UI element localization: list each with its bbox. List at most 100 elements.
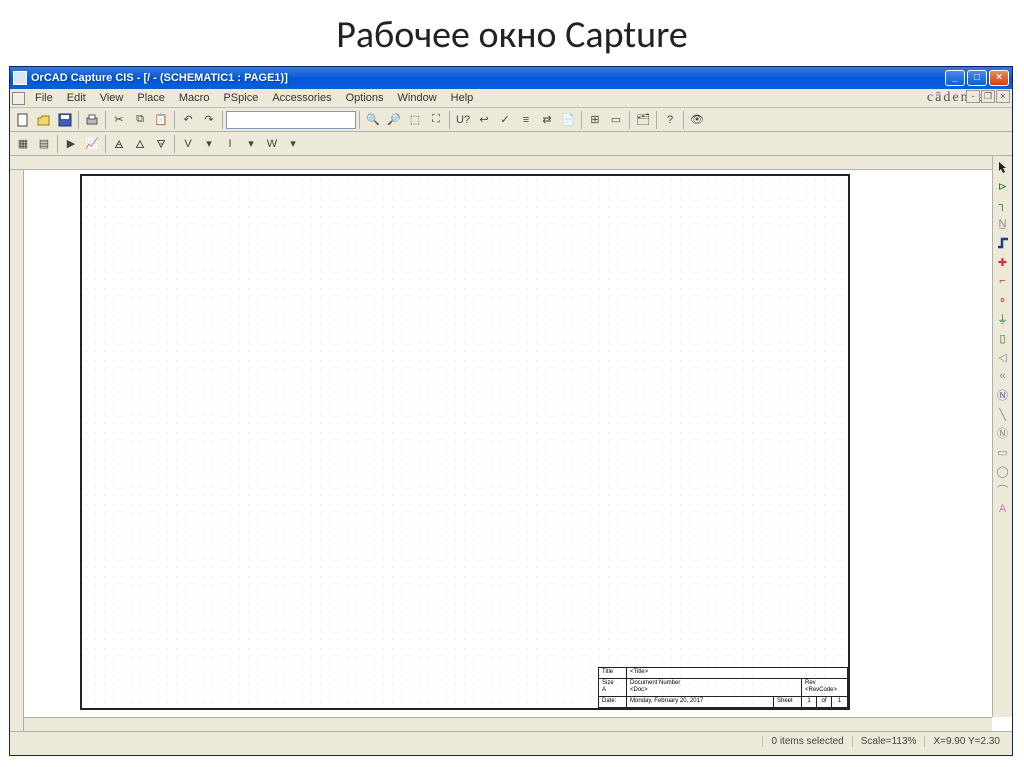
place-wire-tool[interactable]: ┐ — [994, 196, 1012, 214]
project-mgr-button[interactable]: 🗂 — [633, 110, 653, 130]
tb-docnum: Document Number<Doc> — [627, 679, 802, 697]
schematic-page[interactable]: Title <Title> SizeA Document Number<Doc>… — [80, 174, 850, 710]
place-port-tool[interactable]: ◁ — [994, 348, 1012, 366]
separator — [629, 111, 630, 129]
snap-button[interactable]: ⊞ — [585, 110, 605, 130]
part-combo[interactable] — [226, 111, 356, 129]
place-power-tool[interactable]: ⚬ — [994, 291, 1012, 309]
drc-button[interactable]: ✓ — [495, 110, 515, 130]
edit-sim-button[interactable]: ▤ — [34, 134, 54, 154]
tb-sheet-cur: 1 — [802, 697, 817, 707]
place-line-tool[interactable]: ╲ — [994, 405, 1012, 423]
bom-button[interactable]: 📄 — [558, 110, 578, 130]
watt-marker-button[interactable]: 🜃 — [151, 134, 171, 154]
place-bus-entry-tool[interactable]: ⌐ — [994, 272, 1012, 290]
place-ellipse-tool[interactable]: ◯ — [994, 462, 1012, 480]
zoom-in-button[interactable]: 🔍 — [363, 110, 383, 130]
menu-file[interactable]: File — [28, 90, 60, 106]
separator — [57, 135, 58, 153]
fisheye-button[interactable]: 👁 — [687, 110, 707, 130]
v-bias-button[interactable]: V — [178, 134, 198, 154]
minimize-button[interactable]: _ — [945, 70, 965, 86]
menu-help[interactable]: Help — [444, 90, 481, 106]
new-button[interactable] — [13, 110, 33, 130]
annotate-button[interactable]: U? — [453, 110, 473, 130]
i-bias-toggle-button[interactable]: ▾ — [241, 134, 261, 154]
run-button[interactable]: ▶ — [61, 134, 81, 154]
place-no-connect-tool[interactable]: Ⓝ — [994, 386, 1012, 404]
zoom-out-button[interactable]: 🔎 — [384, 110, 404, 130]
menu-pspice[interactable]: PSpice — [216, 90, 265, 106]
netlist-button[interactable]: ≡ — [516, 110, 536, 130]
cross-ref-button[interactable]: ⇄ — [537, 110, 557, 130]
app-icon — [13, 71, 27, 85]
zoom-area-button[interactable]: ⬚ — [405, 110, 425, 130]
help-button[interactable]: ? — [660, 110, 680, 130]
voltage-marker-button[interactable]: 🜁 — [109, 134, 129, 154]
close-button[interactable]: × — [989, 70, 1009, 86]
w-bias-toggle-button[interactable]: ▾ — [283, 134, 303, 154]
titlebar[interactable]: OrCAD Capture CIS - [/ - (SCHEMATIC1 : P… — [10, 67, 1012, 89]
paste-button[interactable]: 📋 — [151, 110, 171, 130]
place-bus-tool[interactable] — [994, 234, 1012, 252]
v-bias-toggle-button[interactable]: ▾ — [199, 134, 219, 154]
open-button[interactable] — [34, 110, 54, 130]
statusbar: 0 items selected Scale=113% X=9.90 Y=2.3… — [10, 731, 1012, 751]
horizontal-ruler — [10, 156, 992, 170]
vertical-ruler — [10, 170, 24, 731]
place-hier-block-tool[interactable]: ▯ — [994, 329, 1012, 347]
place-net-alias-tool[interactable]: N̲ — [994, 215, 1012, 233]
print-button[interactable] — [82, 110, 102, 130]
toolbar-main: ✂ ⧉ 📋 ↶ ↷ 🔍 🔎 ⬚ ⛶ U? ↩ ✓ ≡ ⇄ 📄 ⊞ ▭ 🗂 ? 👁 — [10, 108, 1012, 132]
tb-rev: Rev<RevCode> — [802, 679, 847, 697]
save-button[interactable] — [55, 110, 75, 130]
menu-edit[interactable]: Edit — [60, 90, 93, 106]
place-off-page-tool[interactable]: « — [994, 367, 1012, 385]
area-select-button[interactable]: ▭ — [606, 110, 626, 130]
tb-sheet-label: Sheet — [774, 697, 802, 707]
mdi-restore-button[interactable]: ❐ — [981, 90, 995, 103]
zoom-fit-button[interactable]: ⛶ — [426, 110, 446, 130]
i-bias-button[interactable]: I — [220, 134, 240, 154]
slide-title: Рабочее окно Capture — [0, 0, 1024, 66]
place-rect-tool[interactable]: ▭ — [994, 443, 1012, 461]
menubar: File Edit View Place Macro PSpice Access… — [10, 89, 1012, 108]
maximize-button[interactable]: □ — [967, 70, 987, 86]
place-ground-tool[interactable]: ⏚ — [994, 310, 1012, 328]
mdi-minimize-button[interactable]: - — [966, 90, 980, 103]
menu-macro[interactable]: Macro — [172, 90, 217, 106]
view-results-button[interactable]: 📈 — [82, 134, 102, 154]
place-part-tool[interactable]: ⊳ — [994, 177, 1012, 195]
redo-button[interactable]: ↷ — [199, 110, 219, 130]
w-bias-button[interactable]: W — [262, 134, 282, 154]
place-text-tool[interactable]: A — [994, 500, 1012, 518]
document-icon[interactable] — [12, 92, 25, 105]
new-sim-button[interactable]: ▦ — [13, 134, 33, 154]
tool-palette: ⊳ ┐ N̲ ✚ ⌐ ⚬ ⏚ ▯ ◁ « Ⓝ ╲ Ⓝ ▭ ◯ ⌒ A — [992, 156, 1012, 519]
current-marker-button[interactable]: 🜂 — [130, 134, 150, 154]
separator — [449, 111, 450, 129]
app-window: OrCAD Capture CIS - [/ - (SCHEMATIC1 : P… — [9, 66, 1013, 756]
menu-accessories[interactable]: Accessories — [265, 90, 338, 106]
select-tool[interactable] — [994, 158, 1012, 176]
place-junction-tool[interactable]: ✚ — [994, 253, 1012, 271]
place-polyline-tool[interactable]: Ⓝ — [994, 424, 1012, 442]
separator — [359, 111, 360, 129]
place-arc-tool[interactable]: ⌒ — [994, 481, 1012, 499]
separator — [174, 135, 175, 153]
undo-button[interactable]: ↶ — [178, 110, 198, 130]
mdi-close-button[interactable]: × — [996, 90, 1010, 103]
separator — [105, 111, 106, 129]
schematic-canvas[interactable]: Title <Title> SizeA Document Number<Doc>… — [24, 170, 992, 717]
menu-place[interactable]: Place — [130, 90, 172, 106]
menu-view[interactable]: View — [93, 90, 131, 106]
back-annotate-button[interactable]: ↩ — [474, 110, 494, 130]
status-scale: Scale=113% — [852, 736, 925, 747]
title-block: Title <Title> SizeA Document Number<Doc>… — [598, 667, 848, 708]
copy-button[interactable]: ⧉ — [130, 110, 150, 130]
horizontal-scrollbar[interactable] — [24, 717, 992, 731]
menu-options[interactable]: Options — [339, 90, 391, 106]
tb-size-label: SizeA — [599, 679, 627, 697]
cut-button[interactable]: ✂ — [109, 110, 129, 130]
menu-window[interactable]: Window — [391, 90, 444, 106]
